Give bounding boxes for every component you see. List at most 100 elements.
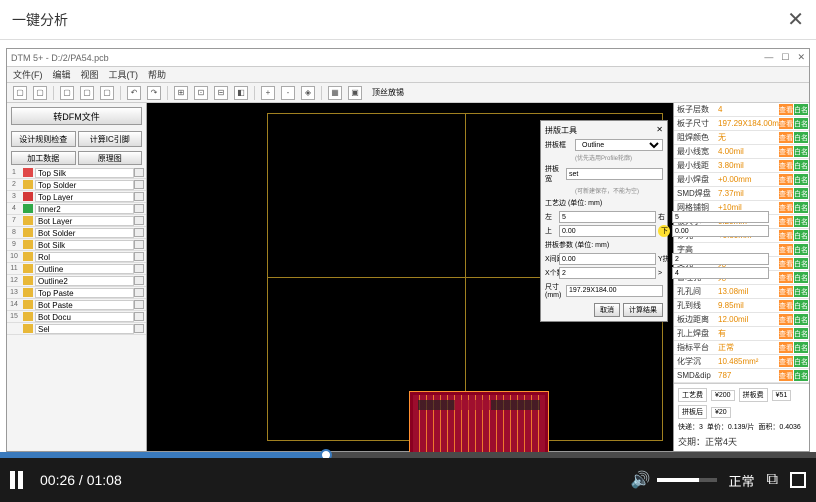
zoom-out-icon[interactable]: - <box>281 86 295 100</box>
prop-pass-button[interactable]: 白名 <box>794 146 808 157</box>
panel-close-icon[interactable]: ✕ <box>656 125 663 136</box>
layer-row[interactable]: 2Top Solder <box>7 179 146 191</box>
layer-toggle[interactable] <box>134 180 144 189</box>
menu-view[interactable]: 视图 <box>81 68 99 81</box>
tool-icon[interactable]: ⊞ <box>174 86 188 100</box>
prop-action-button[interactable]: 查看 <box>779 230 793 241</box>
tool-icon[interactable]: ▢ <box>60 86 74 100</box>
layer-row[interactable]: 14Bot Paste <box>7 299 146 311</box>
layer-toggle[interactable] <box>134 300 144 309</box>
layer-row[interactable]: 1Top Silk <box>7 167 146 179</box>
prop-pass-button[interactable]: 白名 <box>794 342 808 353</box>
layer-color-swatch[interactable] <box>23 288 33 297</box>
close-icon[interactable]: ✕ <box>787 7 804 32</box>
layer-row[interactable]: 7Bot Layer <box>7 215 146 227</box>
panel-ok-button[interactable]: 计算结果 <box>623 303 663 317</box>
prop-pass-button[interactable]: 白名 <box>794 314 808 325</box>
tool-icon[interactable]: ▢ <box>80 86 94 100</box>
tab-schematic[interactable]: 原理图 <box>78 151 143 165</box>
layer-toggle[interactable] <box>134 204 144 213</box>
pause-button[interactable] <box>10 471 28 489</box>
layer-toggle[interactable] <box>134 264 144 273</box>
layer-row[interactable]: 15Bot Docu <box>7 311 146 323</box>
volume-slider[interactable] <box>657 478 717 482</box>
layer-color-swatch[interactable] <box>23 264 33 273</box>
prop-pass-button[interactable]: 白名 <box>794 230 808 241</box>
prop-action-button[interactable]: 查看 <box>779 188 793 199</box>
window-controls[interactable]: —☐✕ <box>764 52 805 63</box>
tool-icon[interactable]: ▢ <box>100 86 114 100</box>
layer-toggle[interactable] <box>134 288 144 297</box>
prop-action-button[interactable]: 查看 <box>779 328 793 339</box>
menu-file[interactable]: 文件(F) <box>13 68 43 81</box>
prop-action-button[interactable]: 查看 <box>779 132 793 143</box>
prop-pass-button[interactable]: 白名 <box>794 286 808 297</box>
fp-ycount-input[interactable] <box>672 253 769 265</box>
fp-left-input[interactable] <box>559 211 656 223</box>
drc-button[interactable]: 设计规则检查 <box>11 131 76 147</box>
tool-icon[interactable]: ↶ <box>127 86 141 100</box>
prop-action-button[interactable]: 查看 <box>779 202 793 213</box>
layer-row[interactable]: 4Inner2 <box>7 203 146 215</box>
layer-toggle[interactable] <box>134 216 144 225</box>
prop-pass-button[interactable]: 白名 <box>794 328 808 339</box>
fp-set-input[interactable] <box>566 168 663 180</box>
tool-icon[interactable]: ↷ <box>147 86 161 100</box>
prop-action-button[interactable]: 查看 <box>779 146 793 157</box>
layer-toggle[interactable] <box>134 252 144 261</box>
layer-color-swatch[interactable] <box>23 216 33 225</box>
fp-bot-input[interactable] <box>672 225 769 237</box>
layer-toggle[interactable] <box>134 192 144 201</box>
layer-row[interactable]: 3Top Layer <box>7 191 146 203</box>
menu-tools[interactable]: 工具(T) <box>109 68 139 81</box>
grid-icon[interactable]: ▦ <box>328 86 342 100</box>
menu-help[interactable]: 帮助 <box>148 68 166 81</box>
prop-action-button[interactable]: 查看 <box>779 104 793 115</box>
prop-pass-button[interactable]: 白名 <box>794 370 808 381</box>
layer-row[interactable]: Sel <box>7 323 146 335</box>
prop-action-button[interactable]: 查看 <box>779 356 793 367</box>
prop-pass-button[interactable]: 白名 <box>794 188 808 199</box>
prop-action-button[interactable]: 查看 <box>779 160 793 171</box>
tool-icon[interactable]: ▢ <box>13 86 27 100</box>
prop-action-button[interactable]: 查看 <box>779 118 793 129</box>
panel-cancel-button[interactable]: 取消 <box>594 303 620 317</box>
prop-action-button[interactable]: 查看 <box>779 370 793 381</box>
tool-icon[interactable]: ▢ <box>33 86 47 100</box>
layer-color-swatch[interactable] <box>23 300 33 309</box>
layer-toggle[interactable] <box>134 228 144 237</box>
prop-pass-button[interactable]: 白名 <box>794 300 808 311</box>
layer-row[interactable]: 8Bot Solder <box>7 227 146 239</box>
layer-row[interactable]: 9Bot Silk <box>7 239 146 251</box>
fp-top-input[interactable] <box>559 225 656 237</box>
prop-pass-button[interactable]: 白名 <box>794 272 808 283</box>
prop-action-button[interactable]: 查看 <box>779 314 793 325</box>
tool-icon[interactable]: ▣ <box>348 86 362 100</box>
prop-action-button[interactable]: 查看 <box>779 244 793 255</box>
prop-pass-button[interactable]: 白名 <box>794 202 808 213</box>
prop-action-button[interactable]: 查看 <box>779 174 793 185</box>
prop-action-button[interactable]: 查看 <box>779 286 793 297</box>
layer-toggle[interactable] <box>134 312 144 321</box>
prop-action-button[interactable]: 查看 <box>779 342 793 353</box>
prop-pass-button[interactable]: 白名 <box>794 356 808 367</box>
layer-color-swatch[interactable] <box>23 204 33 213</box>
layer-color-swatch[interactable] <box>23 192 33 201</box>
fp-xgap-input[interactable] <box>559 253 656 265</box>
fp-right-input[interactable] <box>672 211 769 223</box>
volume-icon[interactable]: 🔊 <box>631 470 651 490</box>
calc-ic-button[interactable]: 计算IC引脚 <box>78 131 143 147</box>
layer-row[interactable]: 10Rol <box>7 251 146 263</box>
zoom-fit-icon[interactable]: ◈ <box>301 86 315 100</box>
prop-pass-button[interactable]: 白名 <box>794 244 808 255</box>
prop-pass-button[interactable]: 白名 <box>794 258 808 269</box>
convert-dfm-button[interactable]: 转DFM文件 <box>11 107 142 125</box>
layer-color-swatch[interactable] <box>23 228 33 237</box>
fp-extra-input[interactable] <box>672 267 769 279</box>
layer-toggle[interactable] <box>134 276 144 285</box>
layer-color-swatch[interactable] <box>23 240 33 249</box>
layer-color-swatch[interactable] <box>23 324 33 333</box>
prop-action-button[interactable]: 查看 <box>779 216 793 227</box>
prop-action-button[interactable]: 查看 <box>779 272 793 283</box>
prop-pass-button[interactable]: 白名 <box>794 174 808 185</box>
